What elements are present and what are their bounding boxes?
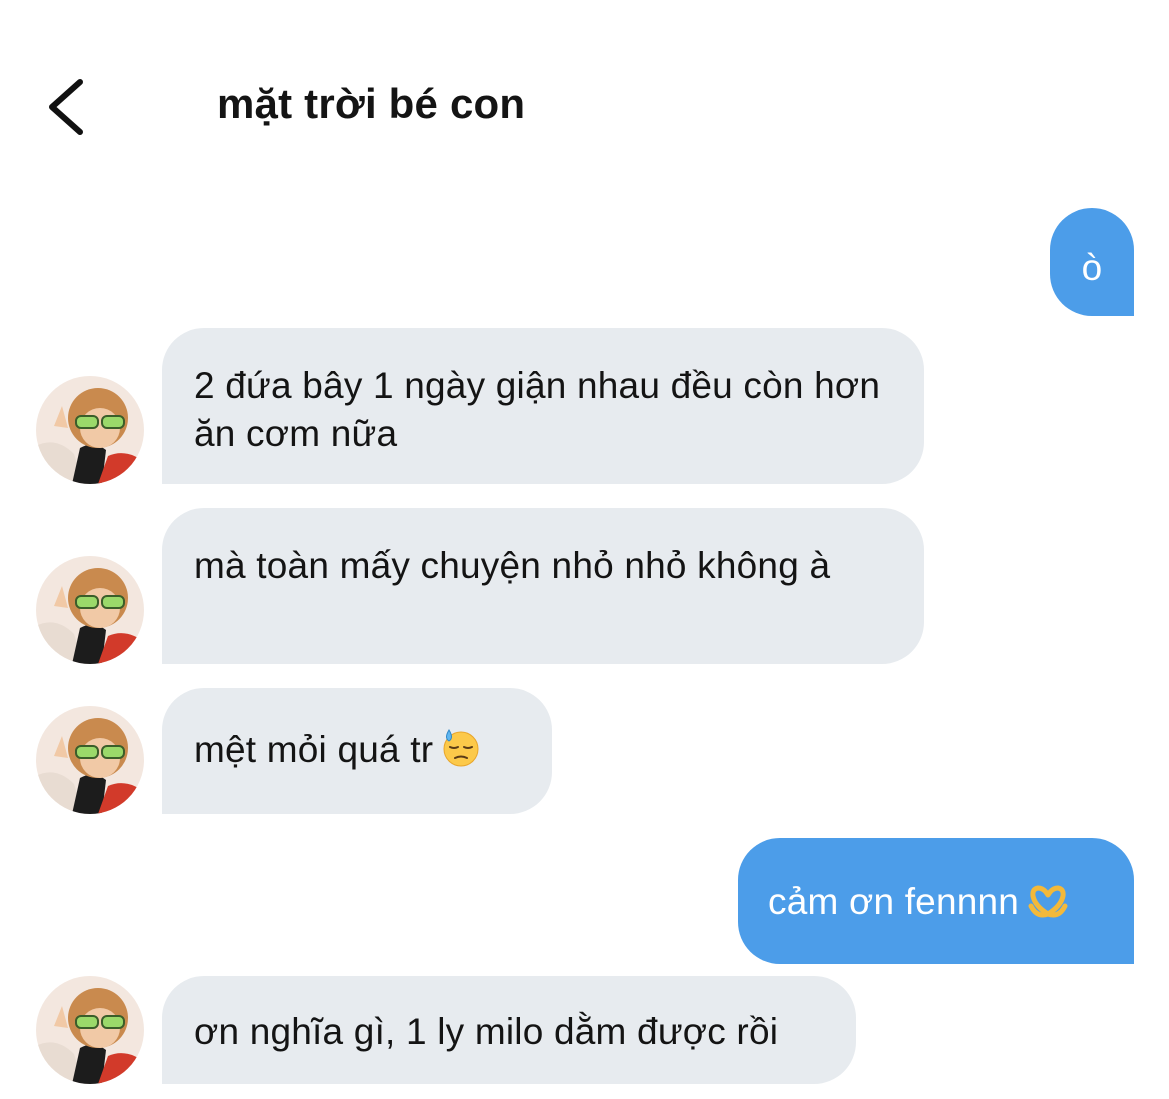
downcast-face-with-sweat-icon xyxy=(441,728,481,780)
chat-title: mặt trời bé con xyxy=(217,80,526,127)
outgoing-message-bubble[interactable]: ò xyxy=(1050,208,1134,316)
contact-avatar[interactable] xyxy=(36,706,144,814)
contact-avatar[interactable] xyxy=(36,376,144,484)
message-text: ò xyxy=(1081,247,1103,288)
heart-hands-icon xyxy=(1027,884,1069,932)
message-text: 2 đứa bây 1 ngày giận nhau đều còn hơn ă… xyxy=(194,365,881,454)
message-text: mệt mỏi quá tr xyxy=(194,729,434,770)
incoming-message-bubble[interactable]: mà toàn mấy chuyện nhỏ nhỏ không à xyxy=(162,508,924,664)
outgoing-message-bubble[interactable]: cảm ơn fennnn xyxy=(738,838,1134,964)
incoming-message-bubble[interactable]: 2 đứa bây 1 ngày giận nhau đều còn hơn ă… xyxy=(162,328,924,484)
back-button[interactable] xyxy=(40,74,100,140)
contact-avatar[interactable] xyxy=(36,976,144,1084)
chat-header: mặt trời bé con xyxy=(0,0,1169,180)
message-text: ơn nghĩa gì, 1 ly milo dằm được rồi xyxy=(194,1011,779,1052)
contact-avatar[interactable] xyxy=(36,556,144,664)
incoming-message-bubble[interactable]: ơn nghĩa gì, 1 ly milo dằm được rồi xyxy=(162,976,856,1084)
chevron-left-icon xyxy=(49,79,83,135)
incoming-message-bubble[interactable]: mệt mỏi quá tr xyxy=(162,688,552,814)
message-text: mà toàn mấy chuyện nhỏ nhỏ không à xyxy=(194,545,831,586)
message-text: cảm ơn fennnn xyxy=(768,881,1020,922)
